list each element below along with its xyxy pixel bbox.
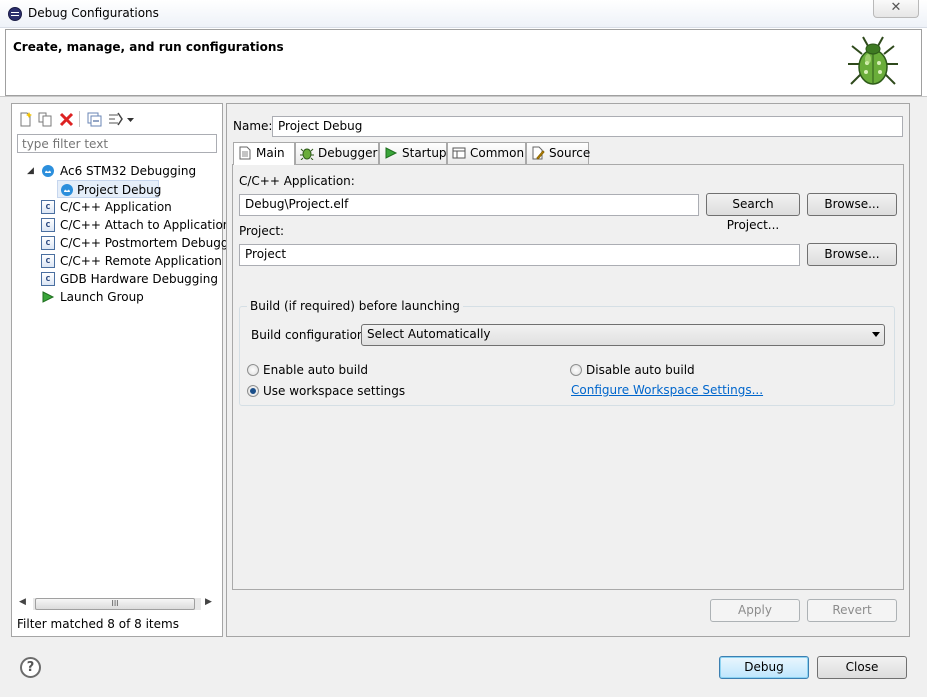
window-title: Debug Configurations bbox=[28, 6, 159, 20]
eclipse-icon bbox=[8, 7, 22, 21]
main-tab-panel: C/C++ Application: Debug\Project.elf Sea… bbox=[232, 164, 904, 590]
tab-common[interactable]: Common bbox=[447, 142, 526, 164]
tab-label: Debugger bbox=[318, 146, 378, 160]
configure-workspace-settings-link[interactable]: Configure Workspace Settings... bbox=[571, 383, 763, 397]
tab-label: Common bbox=[470, 146, 525, 160]
tree-item-label: C/C++ Postmortem Debugge bbox=[60, 236, 236, 250]
debug-button[interactable]: Debug bbox=[719, 656, 809, 679]
main-tab-icon bbox=[239, 146, 251, 160]
c-icon: c bbox=[41, 200, 55, 214]
tree-item-label: GDB Hardware Debugging bbox=[60, 272, 218, 286]
build-group: Build (if required) before launching Bui… bbox=[239, 299, 895, 406]
application-field[interactable]: Debug\Project.elf bbox=[239, 194, 699, 216]
dialog-content: ◢ Ac6 STM32 Debugging Project Debug c C/… bbox=[0, 96, 927, 697]
application-label: C/C++ Application: bbox=[239, 174, 355, 188]
c-icon: c bbox=[41, 218, 55, 232]
tree-item-project-debug[interactable]: Project Debug bbox=[57, 180, 162, 198]
debug-bug-icon bbox=[848, 36, 898, 85]
common-tab-icon bbox=[452, 147, 466, 159]
apply-button[interactable]: Apply bbox=[710, 599, 800, 622]
tree-item-label: Project Debug bbox=[77, 183, 162, 197]
radio-label: Enable auto build bbox=[263, 363, 369, 377]
revert-button[interactable]: Revert bbox=[807, 599, 897, 622]
new-config-icon[interactable] bbox=[18, 112, 33, 127]
c-icon: c bbox=[41, 236, 55, 250]
tree-horizontal-scrollbar[interactable]: ◀ III ▶ bbox=[17, 596, 217, 612]
window-close-button[interactable]: ✕ bbox=[873, 0, 919, 18]
close-button[interactable]: Close bbox=[817, 656, 907, 679]
c-icon: c bbox=[41, 254, 55, 268]
configuration-list-panel: ◢ Ac6 STM32 Debugging Project Debug c C/… bbox=[11, 103, 236, 637]
tab-startup[interactable]: Startup bbox=[379, 142, 447, 164]
tree-item-label: C/C++ Remote Application bbox=[60, 254, 222, 268]
radio-label: Use workspace settings bbox=[263, 384, 406, 398]
tree-item-label: Launch Group bbox=[60, 290, 144, 304]
scroll-right-icon[interactable]: ▶ bbox=[205, 597, 212, 607]
ac6-icon bbox=[61, 184, 73, 196]
ac6-icon bbox=[42, 165, 54, 177]
tab-label: Source bbox=[549, 146, 591, 160]
tree-item-label: Ac6 STM32 Debugging bbox=[60, 164, 197, 178]
tab-label: Startup bbox=[402, 146, 447, 160]
help-icon[interactable]: ? bbox=[20, 657, 41, 678]
tab-debugger[interactable]: Debugger bbox=[295, 142, 379, 164]
build-group-title: Build (if required) before launching bbox=[247, 299, 463, 313]
build-config-label: Build configuration: bbox=[251, 328, 369, 342]
delete-icon[interactable] bbox=[59, 112, 74, 127]
collapse-all-icon[interactable] bbox=[87, 112, 102, 127]
startup-tab-icon bbox=[385, 147, 398, 159]
launch-group-icon bbox=[42, 291, 55, 303]
filter-status: Filter matched 8 of 8 items bbox=[17, 617, 179, 631]
toolbar-separator bbox=[79, 111, 80, 127]
browse-application-button[interactable]: Browse... bbox=[807, 193, 897, 216]
radio-dot bbox=[247, 364, 259, 376]
scroll-left-icon[interactable]: ◀ bbox=[19, 597, 26, 607]
debugger-tab-icon bbox=[300, 148, 314, 160]
chevron-down-icon bbox=[872, 332, 880, 337]
project-label: Project: bbox=[239, 224, 285, 238]
radio-dot bbox=[247, 385, 259, 397]
project-field[interactable]: Project bbox=[239, 244, 800, 266]
window-titlebar: Debug Configurations ✕ bbox=[0, 0, 927, 28]
build-config-select[interactable]: Select Automatically bbox=[361, 324, 885, 346]
tree-item-label: C/C++ Attach to Application bbox=[60, 218, 231, 232]
radio-label: Disable auto build bbox=[586, 363, 695, 377]
browse-project-button[interactable]: Browse... bbox=[807, 243, 897, 266]
dialog-header-title: Create, manage, and run configurations bbox=[13, 40, 284, 54]
tab-source[interactable]: Source bbox=[526, 142, 591, 164]
build-config-value: Select Automatically bbox=[367, 327, 491, 341]
c-icon: c bbox=[41, 272, 55, 286]
source-tab-icon bbox=[532, 146, 545, 160]
scroll-thumb[interactable]: III bbox=[35, 598, 195, 610]
radio-dot bbox=[570, 364, 582, 376]
tree-item-label: C/C++ Application bbox=[60, 200, 172, 214]
duplicate-icon[interactable] bbox=[38, 112, 53, 127]
filter-icon[interactable] bbox=[108, 112, 123, 127]
configuration-editor-panel: Name: Project Debug Main Debugger Startu… bbox=[226, 103, 910, 637]
filter-input[interactable] bbox=[17, 134, 217, 153]
name-field[interactable]: Project Debug bbox=[272, 116, 903, 137]
tab-label: Main bbox=[256, 146, 285, 160]
config-toolbar bbox=[18, 110, 218, 130]
tree-expander[interactable]: ◢ bbox=[27, 166, 34, 176]
dialog-header: Create, manage, and run configurations bbox=[5, 29, 922, 96]
search-project-button[interactable]: Search Project... bbox=[706, 193, 800, 232]
chevron-down-icon[interactable] bbox=[126, 112, 135, 127]
name-label: Name: bbox=[233, 119, 273, 133]
tab-main[interactable]: Main bbox=[233, 142, 295, 165]
